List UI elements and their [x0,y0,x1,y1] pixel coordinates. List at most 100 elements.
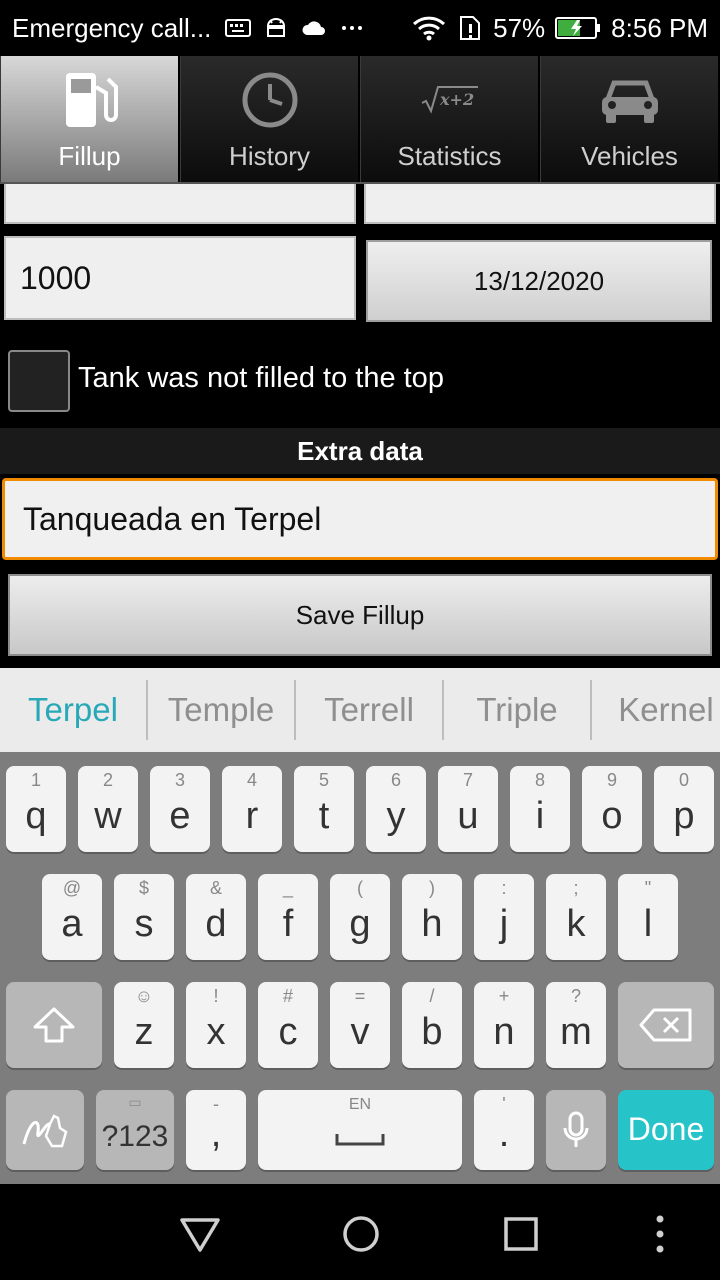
key-m[interactable]: ? m [546,982,606,1068]
suggestion-item[interactable]: Terrell [296,680,444,740]
key-char: c [278,1011,298,1053]
recents-button[interactable] [491,1204,551,1264]
key-w[interactable]: 2w [78,766,138,852]
tab-label: Statistics [397,141,502,171]
done-key[interactable]: Done [618,1090,714,1170]
key-hint: ( [357,878,363,898]
handwriting-key[interactable] [6,1090,84,1170]
voice-input-key[interactable] [546,1090,606,1170]
key-e[interactable]: 3e [150,766,210,852]
key-char: e [169,795,191,837]
key-hint: 3 [174,770,185,790]
backspace-icon [618,982,714,1068]
key-k[interactable]: ; k [546,874,606,960]
partial-fill-checkbox[interactable] [8,350,70,412]
volume-field[interactable]: 8 [364,184,716,224]
key-s[interactable]: $ s [114,874,174,960]
key-f[interactable]: _ f [258,874,318,960]
key-b[interactable]: / b [402,982,462,1068]
key-char: a [61,903,83,945]
key-o[interactable]: 9o [582,766,642,852]
symbols-key[interactable]: ▭ ?123 [96,1090,174,1170]
key-char: z [134,1011,154,1053]
tab-statistics[interactable]: x+2 Statistics [360,56,540,182]
done-label: Done [627,1111,705,1147]
vertical-dots-icon [656,1215,664,1253]
key-hint: _ [282,878,293,898]
amount-value: 1000 [20,259,92,296]
more-dots-icon [339,17,365,39]
home-button[interactable] [331,1204,391,1264]
keyboard-icon [225,17,252,39]
key-char: f [282,903,294,945]
key-i[interactable]: 8i [510,766,570,852]
key-z[interactable]: ☺ z [114,982,174,1068]
key-char: d [205,903,227,945]
suggestion-item[interactable]: Temple [148,680,296,740]
key-c[interactable]: # c [258,982,318,1068]
extra-data-input[interactable]: Tanqueada en Terpel [2,478,718,560]
save-fillup-button[interactable]: Save Fillup [8,574,712,656]
microphone-icon [546,1090,606,1170]
key-y[interactable]: 6y [366,766,426,852]
backspace-key[interactable] [618,982,714,1068]
key-hint: @ [62,878,82,898]
key-hint: ? [570,986,581,1006]
suggestion-item[interactable]: Triple [444,680,592,740]
key-a[interactable]: @ a [42,874,102,960]
overflow-menu-button[interactable] [630,1204,690,1264]
extra-data-value: Tanqueada en Terpel [23,500,322,537]
carrier-text: Emergency call... [12,12,212,43]
key-g[interactable]: (g [330,874,390,960]
key-r[interactable]: 4r [222,766,282,852]
key-d[interactable]: & d [186,874,246,960]
back-button[interactable] [170,1204,230,1264]
home-circle-icon [343,1216,379,1252]
odometer-field[interactable]: 8500 [4,184,356,224]
key-char: k [566,903,586,945]
key-hint: $ [138,878,149,898]
extra-data-header: Extra data [0,428,720,474]
suggestion-item[interactable]: Terpel [0,680,148,740]
tab-history[interactable]: History [180,56,360,182]
key-p[interactable]: 0p [654,766,714,852]
key-j[interactable]: :j [474,874,534,960]
key-hint: 9 [606,770,617,790]
volume-value: 8 [380,184,398,188]
tab-label: History [229,141,310,171]
key-hint: : [501,878,507,898]
key-u[interactable]: 7u [438,766,498,852]
date-button[interactable]: 13/12/2020 [366,240,712,322]
key-x[interactable]: ! x [186,982,246,1068]
suggestion-item[interactable]: Kernel [592,680,720,740]
handwriting-icon [6,1090,84,1170]
key-n[interactable]: + n [474,982,534,1068]
key-char: r [245,795,259,837]
comma-key[interactable]: - , [186,1090,246,1170]
key-hint: 7 [462,770,473,790]
key-h[interactable]: ) h [402,874,462,960]
tab-vehicles[interactable]: Vehicles [540,56,720,182]
key-t[interactable]: 5t [294,766,354,852]
key-hint: ' [502,1094,506,1114]
key-hint: = [354,986,366,1006]
key-v[interactable]: = v [330,982,390,1068]
key-hint: ☺ [134,986,154,1006]
wifi-icon [411,16,447,41]
back-triangle-icon [180,1218,220,1252]
key-hint: 1 [30,770,41,790]
shift-key[interactable] [6,982,102,1068]
key-char: n [493,1011,515,1053]
navigation-bar [0,1184,720,1280]
key-q[interactable]: 1q [6,766,66,852]
car-icon [598,65,662,135]
tab-fillup[interactable]: Fillup [0,56,180,182]
key-l[interactable]: " l [618,874,678,960]
amount-field[interactable]: 1000 [4,236,356,320]
shift-icon [6,982,102,1068]
tab-bar: Fillup History x+2 Statistics Vehicles [0,56,720,184]
date-value: 13/12/2020 [473,265,605,296]
soft-keyboard: Terpel Temple Terrell Triple Kernel 1q 2… [0,668,720,1184]
period-key[interactable]: ' . [474,1090,534,1170]
space-key[interactable]: EN [258,1090,462,1170]
